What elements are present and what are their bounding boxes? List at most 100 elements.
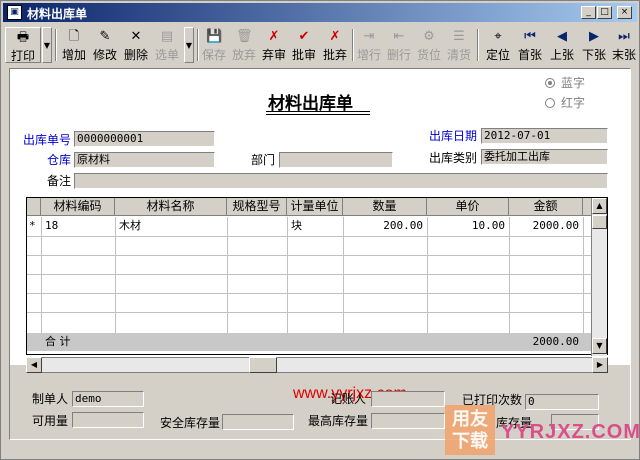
grid-line	[227, 217, 228, 333]
prev-button[interactable]: ◀ 上张	[547, 27, 577, 63]
column-header[interactable]: 单价	[427, 198, 509, 216]
column-header[interactable]: 计量单位	[287, 198, 343, 216]
stock-location-button[interactable]: ⚙ 货位	[415, 27, 443, 63]
dept-label: 部门	[251, 153, 276, 167]
separator	[55, 29, 57, 61]
clear-icon: ☰	[453, 29, 465, 44]
radio-red[interactable]: 红字	[545, 94, 585, 111]
app-icon: ▣	[7, 5, 22, 20]
logo-text: YYRJXZ.COM	[501, 421, 640, 443]
cell-qty[interactable]: 200.00	[343, 217, 423, 235]
column-header[interactable]: 材料名称	[115, 198, 227, 216]
site-logo: 用友下载 YYRJXZ.COM	[445, 405, 640, 457]
document-panel: 材料出库单 蓝字 红字 出库单号 0000000001 出库日期 2012-07…	[9, 68, 631, 440]
title-underline	[266, 111, 370, 115]
horizontal-scrollbar[interactable]: ◀ ▶	[26, 357, 608, 373]
order-no-field[interactable]: 0000000001	[74, 131, 215, 147]
delete-icon: ✕	[130, 29, 142, 44]
cell-amount[interactable]: 2000.00	[509, 217, 579, 235]
prev-icon: ◀	[557, 29, 567, 44]
delete-button[interactable]: ✕ 删除	[121, 27, 151, 63]
separator	[352, 29, 354, 61]
edit-icon: ✎	[99, 29, 111, 44]
column-header[interactable]: 数量	[343, 198, 427, 216]
vertical-scrollbar[interactable]: ▲ ▼	[591, 198, 607, 356]
warehouse-field[interactable]: 原材料	[74, 152, 215, 168]
scroll-down-icon[interactable]: ▼	[592, 338, 607, 354]
max-stock-field[interactable]	[371, 413, 445, 429]
scroll-up-icon[interactable]: ▲	[592, 198, 607, 214]
locate-icon: ⌖	[494, 29, 502, 44]
safety-stock-field[interactable]	[222, 414, 294, 430]
title-bar: ▣ 材料出库单 _ □ ×	[3, 3, 637, 22]
cell-code[interactable]: 18	[45, 217, 58, 235]
safety-stock-label: 安全库存量	[160, 416, 221, 430]
grid-line	[27, 312, 592, 313]
save-button[interactable]: 💾 保存	[200, 27, 228, 63]
add-button[interactable]: 🗋 增加	[59, 27, 89, 63]
radio-dot-selected	[545, 78, 555, 88]
cell-unit[interactable]: 块	[291, 217, 302, 235]
scroll-right-icon[interactable]: ▶	[592, 357, 608, 373]
logo-mark: 用友下载	[445, 405, 495, 455]
grid-line	[115, 217, 116, 333]
first-button[interactable]: ⏮ 首张	[515, 27, 545, 63]
maximize-button[interactable]: □	[597, 6, 612, 19]
add-row-button[interactable]: ⇥ 增行	[355, 27, 383, 63]
available-field[interactable]	[72, 412, 144, 428]
row-marker: *	[29, 219, 36, 232]
print-button[interactable]: 🖶 打印	[5, 27, 41, 63]
scroll-thumb[interactable]	[592, 215, 607, 229]
close-button[interactable]: ×	[617, 6, 632, 19]
print-dropdown[interactable]: ▼	[42, 27, 52, 63]
separator	[477, 29, 479, 61]
bookkeeper-field[interactable]	[371, 391, 445, 407]
next-icon: ▶	[589, 29, 599, 44]
type-field[interactable]: 委托加工出库	[481, 149, 608, 165]
maker-field[interactable]: demo	[72, 391, 144, 407]
select-icon: ▤	[160, 29, 174, 44]
clear-stock-button[interactable]: ☰ 清货	[445, 27, 473, 63]
grid-line	[41, 217, 42, 333]
cell-name[interactable]: 木材	[119, 217, 141, 235]
radio-blue[interactable]: 蓝字	[545, 74, 585, 91]
scroll-thumb[interactable]	[249, 357, 277, 373]
batch-abandon-icon: ✗	[329, 29, 341, 44]
date-label: 出库日期	[429, 129, 478, 143]
column-header[interactable]: 金额	[509, 198, 583, 216]
approve-button[interactable]: ✔ 批审	[290, 27, 318, 63]
delete-row-button[interactable]: ⇤ 删行	[385, 27, 413, 63]
document-form: 材料出库单 蓝字 红字 出库单号 0000000001 出库日期 2012-07…	[10, 69, 630, 402]
locate-button[interactable]: ⌖ 定位	[483, 27, 513, 63]
select-button[interactable]: ▤ 选单	[152, 27, 182, 63]
dept-field[interactable]	[279, 152, 393, 168]
note-label: 备注	[47, 174, 72, 188]
last-button[interactable]: ⏭ 末张	[611, 27, 637, 63]
grid-line	[27, 255, 592, 256]
bookkeeper-label: 记账人	[330, 392, 367, 406]
column-header[interactable]: 规格型号	[227, 198, 287, 216]
date-field[interactable]: 2012-07-01	[481, 128, 608, 144]
minimize-button[interactable]: _	[581, 6, 596, 19]
maker-label: 制单人	[32, 392, 69, 406]
approve-icon: ✔	[298, 29, 310, 44]
note-field[interactable]	[74, 173, 608, 189]
detail-table: 材料编码 材料名称 规格型号 计量单位 数量 单价 金额 * 18 木材 块 2…	[26, 197, 608, 356]
warehouse-label: 仓库	[47, 153, 72, 167]
batch-abandon-button[interactable]: ✗ 批弃	[320, 27, 350, 63]
next-button[interactable]: ▶ 下张	[579, 27, 609, 63]
order-no-label: 出库单号	[23, 133, 72, 147]
grid-line	[27, 236, 592, 237]
edit-button[interactable]: ✎ 修改	[90, 27, 120, 63]
total-label: 合 计	[45, 335, 71, 348]
add-row-icon: ⇥	[363, 29, 375, 44]
column-header[interactable]: 材料编码	[41, 198, 115, 216]
select-dropdown[interactable]: ▼	[184, 27, 194, 63]
unreview-icon: ✗	[268, 29, 280, 44]
scroll-left-icon[interactable]: ◀	[26, 357, 42, 373]
cell-price[interactable]: 10.00	[427, 217, 505, 235]
grid-line	[287, 217, 288, 333]
abandon-review-button[interactable]: ✗ 弃审	[260, 27, 288, 63]
available-label: 可用量	[32, 414, 69, 428]
discard-button[interactable]: 🗑 放弃	[230, 27, 258, 63]
